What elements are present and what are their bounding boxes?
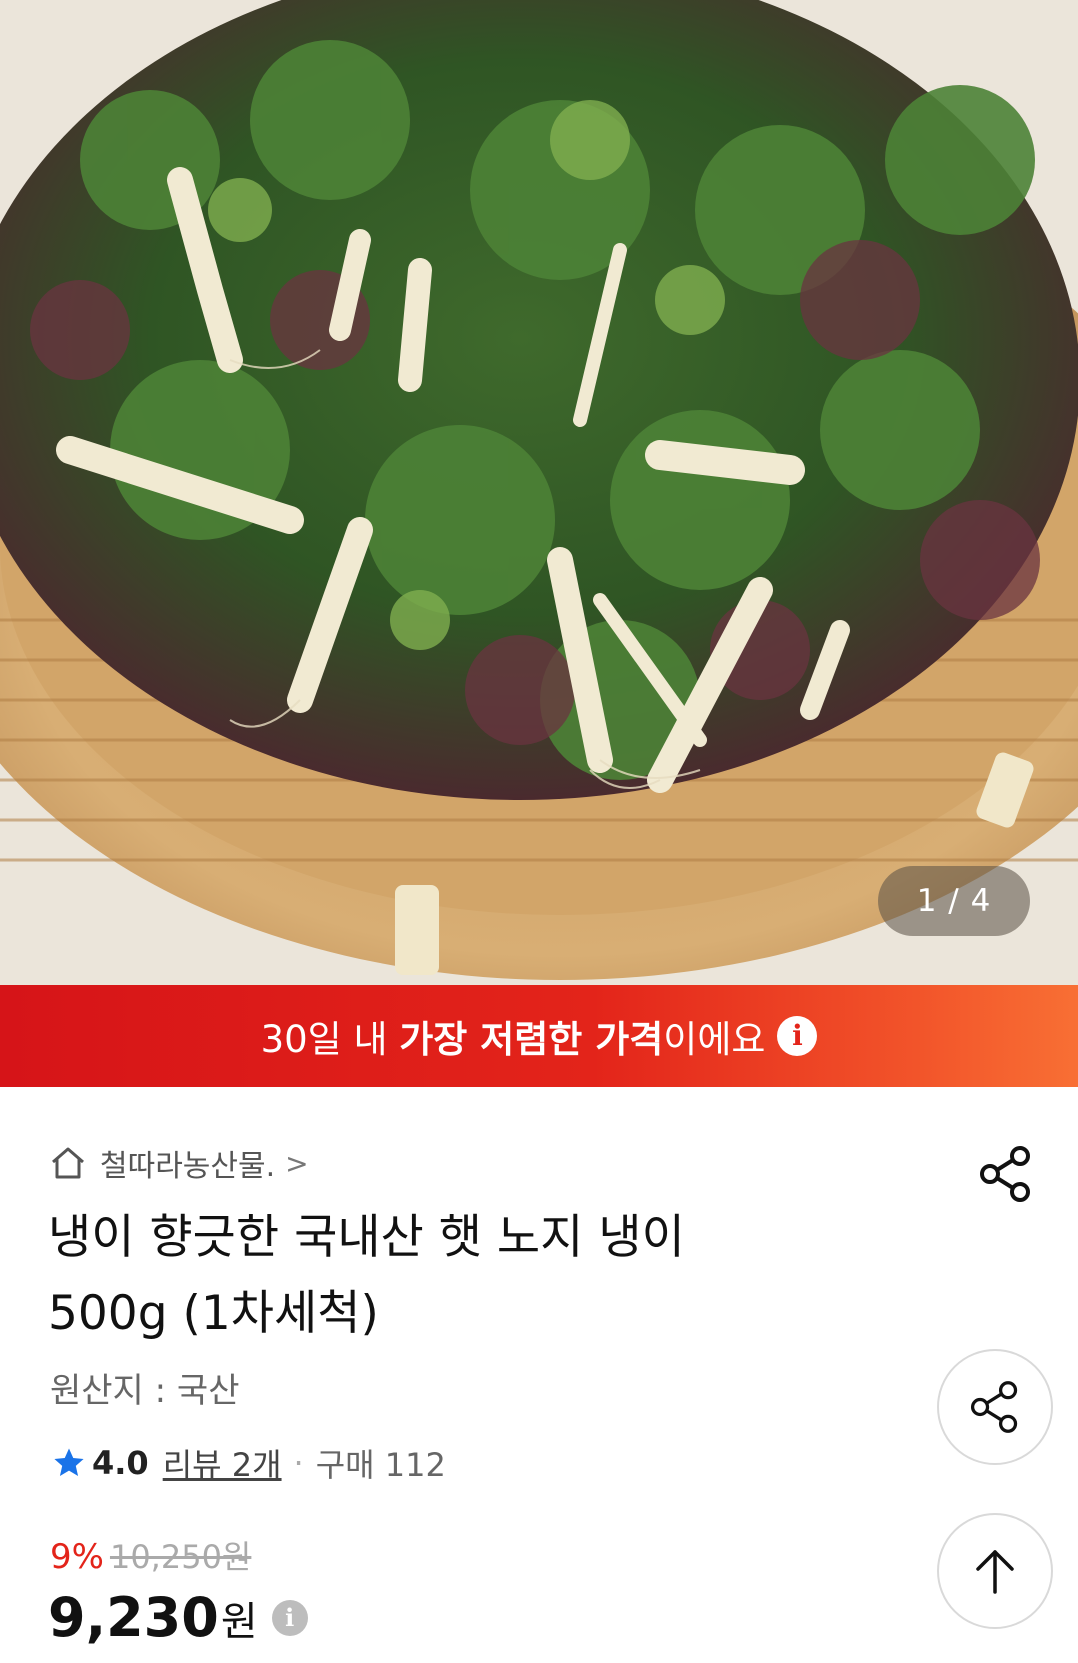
chevron-right-icon: > [285,1146,309,1180]
rating-row: 4.0 리뷰 2개 · 구매 112 [52,1440,446,1486]
product-photo [0,0,1078,985]
info-icon[interactable]: i [271,1599,308,1636]
price-row: 9,230 원 i [48,1586,308,1649]
arrow-up-icon [976,1550,1014,1594]
discount-row: 9% 10,250원 [50,1532,251,1578]
scroll-to-top-button[interactable] [937,1513,1053,1629]
product-origin: 원산지 : 국산 [50,1371,240,1411]
discount-rate: 9% [50,1537,104,1577]
banner-prefix: 30일 내 [260,1018,400,1061]
floating-share-button[interactable] [937,1349,1053,1465]
counter-total: 4 [970,883,992,919]
share-icon [970,1381,1018,1433]
product-title: 냉이 향긋한 국내산 햇 노지 냉이 500g (1차세척) [48,1200,828,1352]
product-title-line2: 500g (1차세척) [48,1286,379,1341]
review-count-link[interactable]: 리뷰 2개 [163,1440,282,1486]
original-price: 10,250원 [109,1538,252,1576]
product-title-line1: 냉이 향긋한 국내산 햇 노지 냉이 [48,1210,685,1265]
seller-name: 철따라농산물. [100,1149,276,1184]
info-icon[interactable]: i [777,1016,818,1056]
price-unit: 원 [220,1598,258,1645]
rating-score: 4.0 [92,1444,149,1482]
banner-highlight: 가장 저렴한 가격 [399,1018,664,1061]
current-price: 9,230 [48,1586,219,1649]
share-icon[interactable] [976,1144,1036,1204]
image-page-counter: 1 / 4 [878,866,1030,936]
lowest-price-banner[interactable]: 30일 내 가장 저렴한 가격 이에요 i [0,985,1078,1087]
counter-current: 1 [916,883,938,919]
home-icon [52,1147,84,1179]
banner-suffix: 이에요 [663,1018,766,1061]
separator-dot: · [293,1444,304,1482]
counter-separator: / [937,883,971,919]
purchase-count: 구매 112 [315,1446,446,1484]
seller-link[interactable]: 철따라농산물. > [50,1140,309,1186]
product-image-gallery[interactable]: 1 / 4 [0,0,1078,985]
star-icon [54,1448,84,1477]
